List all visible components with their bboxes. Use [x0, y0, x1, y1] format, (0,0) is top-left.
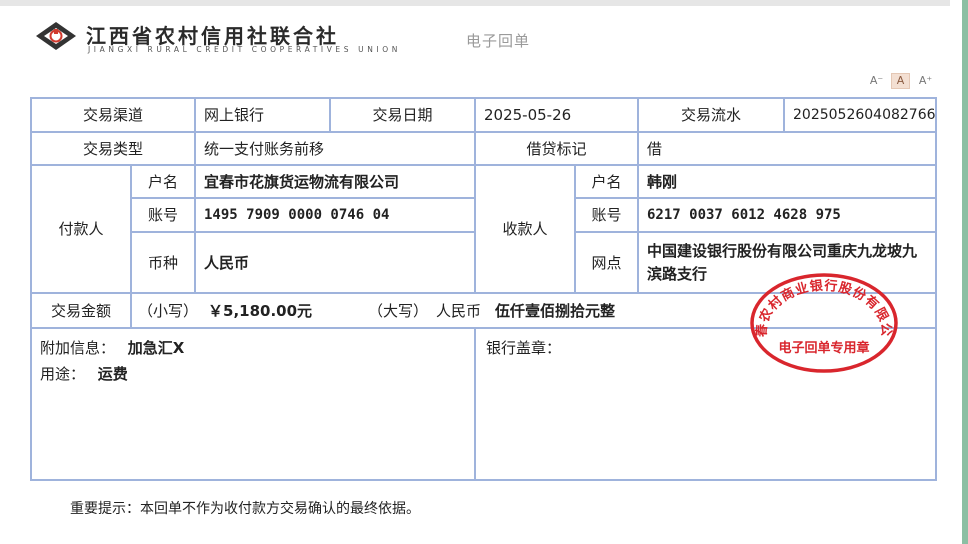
rcc-logo-icon: [36, 22, 76, 50]
payee-account: 6217 0037 6012 4628 975: [639, 199, 935, 233]
dc-label: 借贷标记: [476, 133, 639, 166]
font-decrease-button[interactable]: A⁻: [868, 73, 885, 89]
bank-seal: 宜春农村商业银行股份有限公司 电子回单专用章: [748, 270, 898, 373]
font-increase-button[interactable]: A⁺: [917, 73, 934, 89]
type-value: 统一支付账务前移: [196, 133, 476, 166]
header: 江西省农村信用社联合社 JIANGXI RURAL CREDIT COOPERA…: [34, 14, 934, 60]
footnote: 重要提示：本回单不作为收付款方交易确认的最终依据。: [70, 501, 420, 517]
payer-account-label: 账号: [132, 199, 196, 233]
serial-value: 2025052604082766: [785, 99, 936, 133]
usage-label: 用途：: [40, 365, 86, 383]
payee-name-label: 户名: [576, 166, 639, 199]
channel-label: 交易渠道: [32, 99, 196, 133]
svg-text:宜春农村商业银行股份有限公司: 宜春农村商业银行股份有限公司: [748, 270, 893, 338]
payer-currency: 人民币: [196, 233, 476, 294]
payee-label: 收款人: [476, 166, 576, 294]
payer-currency-label: 币种: [132, 233, 196, 294]
type-label: 交易类型: [32, 133, 196, 166]
channel-value: 网上银行: [196, 99, 331, 133]
amount-big: 伍仟壹佰捌拾元整: [495, 301, 616, 320]
right-edge-strip: [962, 0, 968, 544]
dc-value: 借: [639, 133, 935, 166]
payer-name-label: 户名: [132, 166, 196, 199]
extra-value: 加急汇X: [127, 339, 185, 357]
payer-name: 宜春市花旗货运物流有限公司: [196, 166, 476, 199]
doc-title: 电子回单: [466, 32, 531, 50]
seal-purpose-text: 电子回单专用章: [778, 340, 869, 356]
date-value: 2025-05-26: [476, 99, 639, 133]
amount-small: ￥5,180.00元: [208, 301, 313, 320]
stamp-label: 银行盖章：: [486, 339, 562, 357]
font-normal-button[interactable]: A: [891, 73, 910, 89]
payee-name: 韩刚: [639, 166, 935, 199]
amount-small-label: （小写）: [138, 301, 199, 320]
amount-label: 交易金额: [32, 294, 132, 329]
payer-account: 1495 7909 0000 0746 04: [196, 199, 476, 233]
usage-value: 运费: [97, 365, 128, 383]
payee-account-label: 账号: [576, 199, 639, 233]
extra-label: 附加信息：: [40, 339, 116, 357]
extra-info-cell: 附加信息： 加急汇X 用途： 运费: [32, 329, 476, 479]
amount-big-label: （大写）: [368, 301, 429, 320]
top-bar: [0, 0, 950, 6]
serial-label: 交易流水: [639, 99, 785, 133]
org-name-en: JIANGXI RURAL CREDIT COOPERATIVES UNION: [88, 45, 401, 54]
date-label: 交易日期: [331, 99, 476, 133]
seal-org-text: 宜春农村商业银行股份有限公司: [748, 270, 892, 338]
amount-big-currency: 人民币: [436, 301, 482, 320]
payer-label: 付款人: [32, 166, 132, 294]
payee-branch-label: 网点: [576, 233, 639, 294]
